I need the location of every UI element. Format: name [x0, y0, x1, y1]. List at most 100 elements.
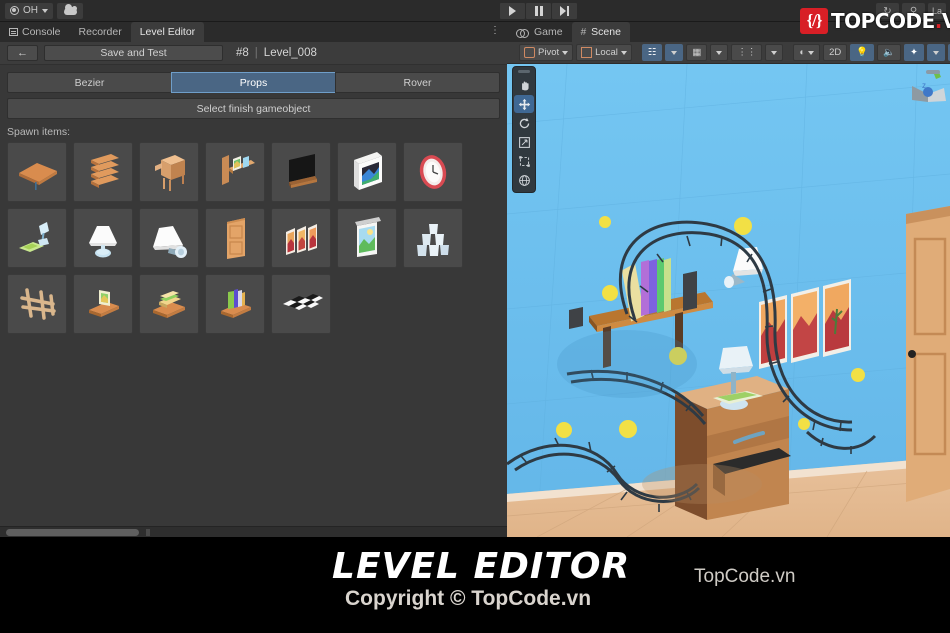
game-view-icon [516, 29, 529, 36]
spawn-item-shelf-rack[interactable] [73, 142, 133, 202]
spawn-item-table-lamp[interactable] [73, 208, 133, 268]
effects-icon: ✦ [910, 47, 918, 58]
spawn-item-wall-lamp[interactable] [139, 208, 199, 268]
audio-mute-icon: 🔈 [883, 47, 895, 58]
effects-dropdown[interactable] [927, 44, 945, 61]
spawn-item-tv[interactable] [271, 142, 331, 202]
tab-level-editor[interactable]: Level Editor [131, 22, 204, 42]
user-avatar-icon [10, 6, 19, 15]
table-lamp-icon [77, 212, 129, 264]
grid-visibility-button[interactable]: ▦ [686, 44, 707, 61]
grid-snapping-button[interactable]: ☷ [642, 44, 663, 61]
gizmo-handle[interactable] [926, 70, 940, 74]
playmode-controls [500, 3, 577, 19]
more-options-icon[interactable]: ⋮ [490, 27, 500, 35]
framed-picture-icon [341, 146, 393, 198]
tab-rover[interactable]: Rover [335, 72, 500, 93]
left-window-horizontal-scrollbar[interactable] [0, 526, 507, 537]
grid-snapping-dropdown[interactable] [665, 44, 683, 61]
tab-recorder[interactable]: Recorder [70, 22, 131, 42]
layout-button[interactable]: ⋮⋮ [731, 44, 762, 61]
table-icon [11, 146, 63, 198]
pause-button[interactable] [526, 3, 551, 19]
grid-visibility-dropdown[interactable] [710, 44, 728, 61]
tab-console[interactable]: Console [0, 22, 70, 42]
tab-props[interactable]: Props [171, 72, 336, 93]
chevron-down-icon [933, 51, 939, 55]
spawn-item-finish-flag[interactable] [271, 274, 331, 334]
play-button[interactable] [500, 3, 525, 19]
scrollbar-thumb[interactable] [6, 529, 139, 536]
account-menu[interactable]: OH [5, 3, 53, 19]
tab-recorder-label: Recorder [79, 26, 122, 38]
chevron-down-icon [771, 51, 777, 55]
spawn-item-sandwich[interactable] [139, 274, 199, 334]
palette-drag-handle[interactable] [518, 70, 530, 73]
spawn-item-wall-shelf[interactable] [205, 142, 265, 202]
shading-mode-icon: ◐ [799, 47, 805, 58]
scale-icon [518, 136, 531, 149]
spawn-item-cup-stack[interactable] [403, 208, 463, 268]
step-button[interactable] [552, 3, 577, 19]
back-button[interactable]: ← [7, 45, 38, 61]
scene-orientation-gizmo[interactable]: z [906, 68, 948, 128]
pause-icon [535, 6, 543, 16]
tab-level-editor-label: Level Editor [140, 26, 195, 38]
tab-bezier[interactable]: Bezier [7, 72, 172, 93]
spawn-item-framed-picture[interactable] [337, 142, 397, 202]
gizmo-axes: z [906, 68, 948, 124]
move-icon [518, 98, 531, 111]
tab-scene[interactable]: # Scene [572, 22, 630, 42]
grid-snapping-icon: ☷ [648, 47, 657, 58]
scene-door [906, 206, 950, 502]
shelf-rack-icon [77, 146, 129, 198]
cup-stack-icon [407, 212, 459, 264]
layout-dropdown[interactable] [765, 44, 783, 61]
chevron-down-icon [671, 51, 677, 55]
level-info-separator: | [255, 47, 258, 59]
finish-flag-icon [275, 278, 327, 330]
move-tool-button[interactable] [514, 95, 534, 113]
chevron-down-icon [562, 51, 568, 55]
fence-icon [11, 278, 63, 330]
spawn-item-fence[interactable] [7, 274, 67, 334]
spawn-item-books-table[interactable] [205, 274, 265, 334]
scene-viewport[interactable]: z [507, 64, 950, 537]
rect-tool-button[interactable] [514, 152, 534, 170]
spawn-item-wall-clock[interactable] [403, 142, 463, 202]
money-icon [11, 212, 63, 264]
cloud-services-button[interactable] [57, 3, 83, 19]
spawn-item-book-table[interactable] [73, 274, 133, 334]
effects-button[interactable]: ✦ [904, 44, 924, 61]
rotate-tool-button[interactable] [514, 114, 534, 132]
level-name: Level_008 [264, 47, 317, 59]
chevron-down-icon [808, 51, 814, 55]
2d-toggle-button[interactable]: 2D [823, 44, 847, 61]
shading-mode-button[interactable]: ◐ [793, 44, 820, 61]
hand-tool-button[interactable] [514, 76, 534, 94]
pivot-icon [524, 47, 535, 58]
local-space-dropdown[interactable]: Local [576, 44, 632, 61]
spawn-item-table[interactable] [7, 142, 67, 202]
save-and-test-button[interactable]: Save and Test [44, 45, 223, 61]
spawn-item-triptych[interactable] [271, 208, 331, 268]
local-space-icon [581, 47, 592, 58]
spawn-item-nightstand[interactable] [139, 142, 199, 202]
account-label: OH [23, 5, 38, 16]
lighting-toggle-button[interactable]: 💡 [850, 44, 874, 61]
pivot-dropdown[interactable]: Pivot [519, 44, 573, 61]
console-icon [9, 28, 18, 36]
hand-icon [518, 79, 531, 92]
scale-tool-button[interactable] [514, 133, 534, 151]
step-forward-icon [560, 6, 569, 16]
spawn-item-money[interactable] [7, 208, 67, 268]
select-finish-gameobject-button[interactable]: Select finish gameobject [7, 98, 500, 119]
spawn-item-poster[interactable] [337, 208, 397, 268]
wall-clock-icon [407, 146, 459, 198]
tab-game[interactable]: Game [507, 22, 572, 42]
audio-toggle-button[interactable]: 🔈 [877, 44, 901, 61]
transform-tool-button[interactable] [514, 171, 534, 189]
spawn-items-grid [7, 142, 500, 334]
spawn-item-door[interactable] [205, 208, 265, 268]
scrollbar-pip [146, 529, 150, 536]
